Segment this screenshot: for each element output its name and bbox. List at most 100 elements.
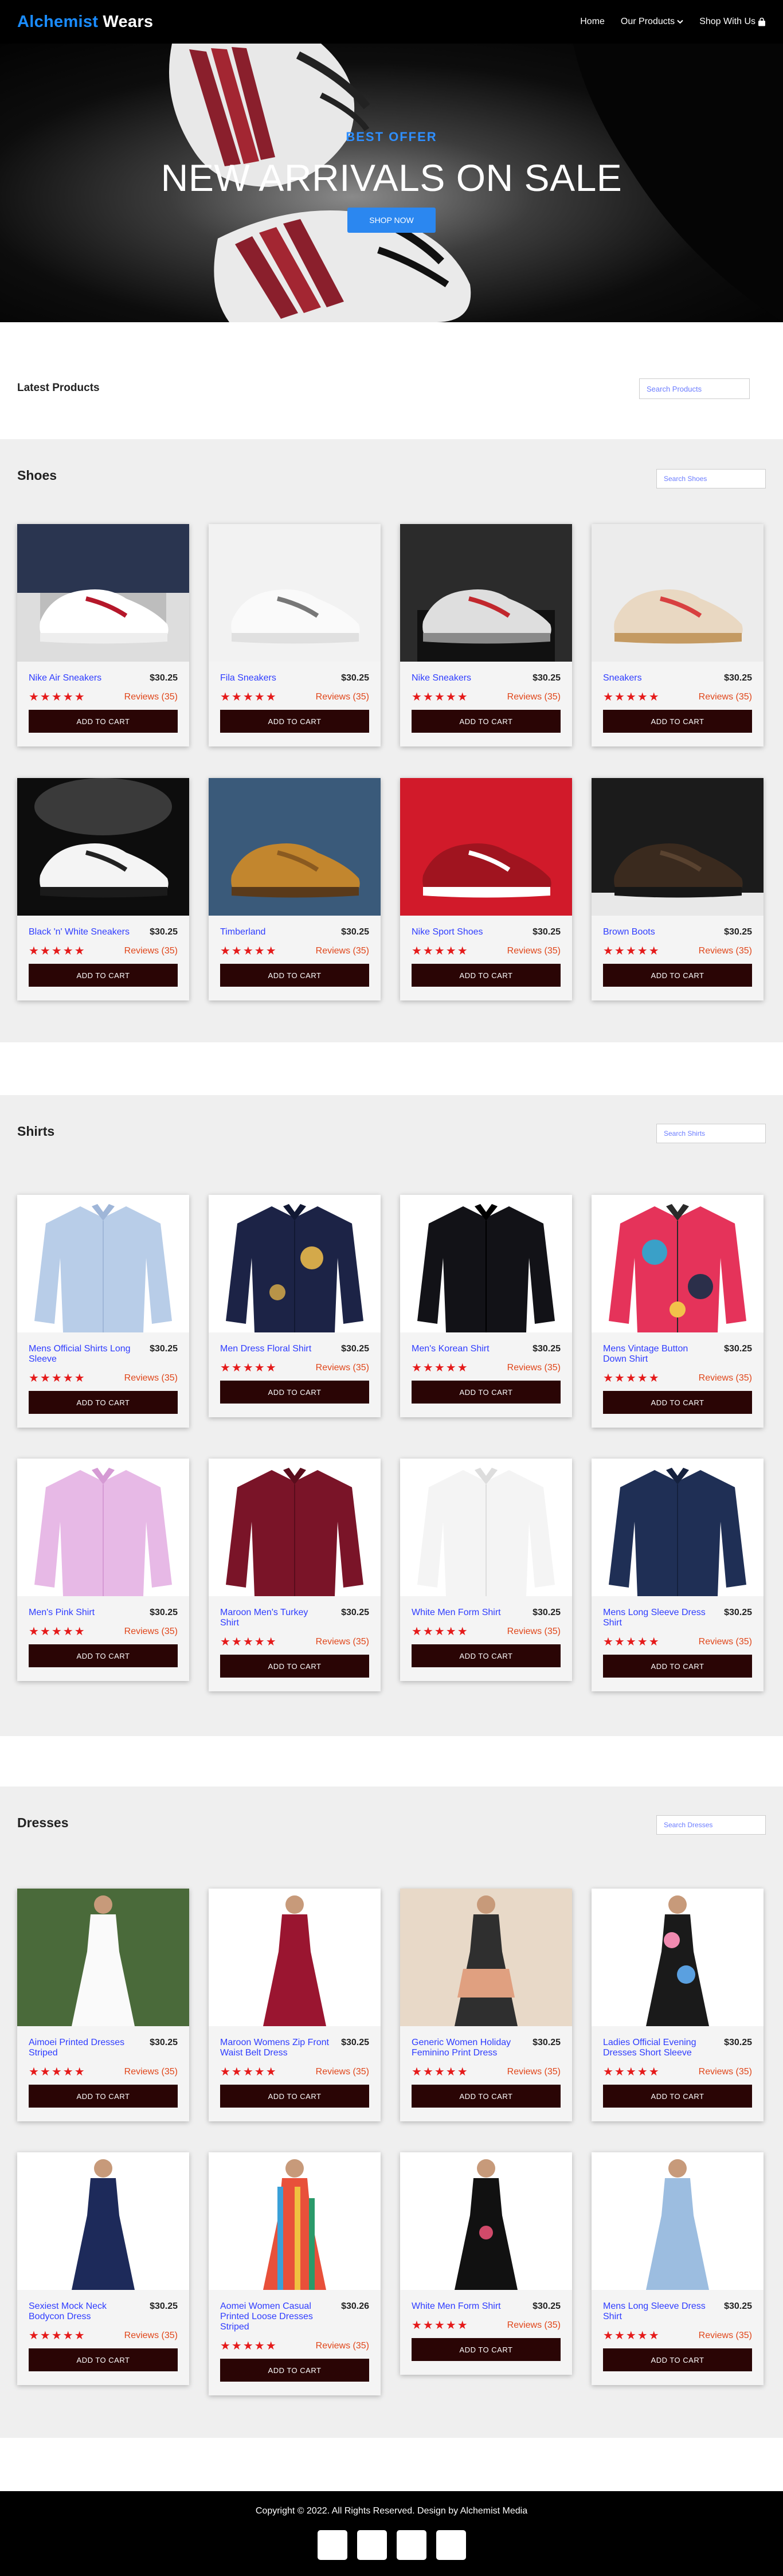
add-to-cart-button[interactable]: ADD TO CART: [220, 1655, 369, 1678]
add-to-cart-button[interactable]: ADD TO CART: [29, 2085, 178, 2108]
social-icon[interactable]: [317, 2530, 347, 2560]
product-name[interactable]: Mens Long Sleeve Dress Shirt: [603, 2301, 712, 2322]
product-image[interactable]: [400, 1889, 572, 2026]
product-name[interactable]: Maroon Womens Zip Front Waist Belt Dress: [220, 2038, 329, 2058]
add-to-cart-button[interactable]: ADD TO CART: [412, 964, 561, 987]
add-to-cart-button[interactable]: ADD TO CART: [603, 1655, 752, 1678]
product-image[interactable]: [209, 778, 381, 916]
add-to-cart-button[interactable]: ADD TO CART: [220, 2359, 369, 2382]
product-card[interactable]: Fila Sneakers $30.25 ★★★★★ Reviews (35) …: [209, 524, 381, 746]
product-name[interactable]: White Men Form Shirt: [412, 2301, 501, 2312]
product-name[interactable]: Maroon Men's Turkey Shirt: [220, 1608, 329, 1628]
add-to-cart-button[interactable]: ADD TO CART: [603, 710, 752, 733]
product-image[interactable]: [400, 778, 572, 916]
product-name[interactable]: Mens Official Shirts Long Sleeve: [29, 1344, 138, 1365]
product-reviews[interactable]: Reviews (35): [124, 2331, 178, 2341]
product-image[interactable]: [17, 1889, 189, 2026]
product-card[interactable]: Sexiest Mock Neck Bodycon Dress $30.25 ★…: [17, 2152, 189, 2385]
product-reviews[interactable]: Reviews (35): [124, 1373, 178, 1383]
product-reviews[interactable]: Reviews (35): [699, 946, 752, 956]
brand-logo[interactable]: Alchemist Wears: [17, 13, 153, 32]
product-reviews[interactable]: Reviews (35): [507, 2320, 561, 2331]
product-card[interactable]: Men Dress Floral Shirt $30.25 ★★★★★ Revi…: [209, 1195, 381, 1417]
product-image[interactable]: [400, 1195, 572, 1332]
product-reviews[interactable]: Reviews (35): [316, 2341, 369, 2351]
product-image[interactable]: [17, 2152, 189, 2290]
shop-now-button[interactable]: SHOP NOW: [347, 208, 436, 233]
product-reviews[interactable]: Reviews (35): [316, 2067, 369, 2077]
add-to-cart-button[interactable]: ADD TO CART: [603, 2348, 752, 2371]
product-card[interactable]: Mens Long Sleeve Dress Shirt $30.25 ★★★★…: [592, 2152, 764, 2385]
product-name[interactable]: Mens Long Sleeve Dress Shirt: [603, 1608, 712, 1628]
add-to-cart-button[interactable]: ADD TO CART: [220, 1381, 369, 1404]
product-image[interactable]: [209, 524, 381, 662]
add-to-cart-button[interactable]: ADD TO CART: [412, 710, 561, 733]
product-reviews[interactable]: Reviews (35): [124, 1627, 178, 1637]
product-card[interactable]: White Men Form Shirt $30.25 ★★★★★ Review…: [400, 2152, 572, 2375]
product-name[interactable]: Sneakers: [603, 673, 642, 683]
add-to-cart-button[interactable]: ADD TO CART: [29, 1644, 178, 1667]
product-name[interactable]: Sexiest Mock Neck Bodycon Dress: [29, 2301, 138, 2322]
product-image[interactable]: [209, 1889, 381, 2026]
product-card[interactable]: Ladies Official Evening Dresses Short Sl…: [592, 1889, 764, 2121]
product-name[interactable]: White Men Form Shirt: [412, 1608, 501, 1618]
product-card[interactable]: Maroon Womens Zip Front Waist Belt Dress…: [209, 1889, 381, 2121]
product-name[interactable]: Black 'n' White Sneakers: [29, 927, 130, 937]
product-image[interactable]: [209, 1195, 381, 1332]
product-reviews[interactable]: Reviews (35): [699, 692, 752, 702]
product-name[interactable]: Ladies Official Evening Dresses Short Sl…: [603, 2038, 712, 2058]
product-image[interactable]: [592, 1195, 764, 1332]
product-card[interactable]: Black 'n' White Sneakers $30.25 ★★★★★ Re…: [17, 778, 189, 1000]
product-name[interactable]: Generic Women Holiday Feminino Print Dre…: [412, 2038, 520, 2058]
product-reviews[interactable]: Reviews (35): [507, 1363, 561, 1373]
product-reviews[interactable]: Reviews (35): [507, 2067, 561, 2077]
search-dresses-input[interactable]: Search Dresses: [656, 1815, 766, 1835]
product-image[interactable]: [592, 1459, 764, 1596]
product-image[interactable]: [400, 524, 572, 662]
product-reviews[interactable]: Reviews (35): [699, 2331, 752, 2341]
product-reviews[interactable]: Reviews (35): [699, 1373, 752, 1383]
product-name[interactable]: Nike Sport Shoes: [412, 927, 483, 937]
product-name[interactable]: Brown Boots: [603, 927, 655, 937]
add-to-cart-button[interactable]: ADD TO CART: [603, 1391, 752, 1414]
product-card[interactable]: Aomei Women Casual Printed Loose Dresses…: [209, 2152, 381, 2395]
product-name[interactable]: Men's Pink Shirt: [29, 1608, 95, 1618]
product-name[interactable]: Aomei Women Casual Printed Loose Dresses…: [220, 2301, 329, 2332]
nav-link-our-products[interactable]: Our Products: [621, 17, 683, 27]
product-card[interactable]: Generic Women Holiday Feminino Print Dre…: [400, 1889, 572, 2121]
product-image[interactable]: [400, 1459, 572, 1596]
search-shoes-input[interactable]: Search Shoes: [656, 469, 766, 488]
product-name[interactable]: Nike Sneakers: [412, 673, 471, 683]
product-image[interactable]: [209, 1459, 381, 1596]
product-reviews[interactable]: Reviews (35): [507, 692, 561, 702]
product-card[interactable]: Timberland $30.25 ★★★★★ Reviews (35) ADD…: [209, 778, 381, 1000]
product-card[interactable]: Nike Sport Shoes $30.25 ★★★★★ Reviews (3…: [400, 778, 572, 1000]
product-image[interactable]: [17, 1195, 189, 1332]
product-image[interactable]: [400, 2152, 572, 2290]
product-name[interactable]: Aimoei Printed Dresses Striped: [29, 2038, 138, 2058]
product-name[interactable]: Men's Korean Shirt: [412, 1344, 490, 1354]
product-reviews[interactable]: Reviews (35): [124, 692, 178, 702]
product-card[interactable]: Sneakers $30.25 ★★★★★ Reviews (35) ADD T…: [592, 524, 764, 746]
product-reviews[interactable]: Reviews (35): [316, 692, 369, 702]
product-card[interactable]: Mens Official Shirts Long Sleeve $30.25 …: [17, 1195, 189, 1428]
product-card[interactable]: Mens Vintage Button Down Shirt $30.25 ★★…: [592, 1195, 764, 1428]
product-name[interactable]: Mens Vintage Button Down Shirt: [603, 1344, 712, 1365]
product-reviews[interactable]: Reviews (35): [507, 946, 561, 956]
add-to-cart-button[interactable]: ADD TO CART: [412, 1381, 561, 1404]
search-products-input[interactable]: Search Products: [639, 378, 750, 399]
add-to-cart-button[interactable]: ADD TO CART: [412, 2338, 561, 2361]
product-reviews[interactable]: Reviews (35): [316, 1637, 369, 1647]
nav-link-home[interactable]: Home: [580, 17, 605, 27]
add-to-cart-button[interactable]: ADD TO CART: [29, 710, 178, 733]
product-name[interactable]: Men Dress Floral Shirt: [220, 1344, 311, 1354]
social-icon[interactable]: [436, 2530, 466, 2560]
add-to-cart-button[interactable]: ADD TO CART: [29, 964, 178, 987]
product-image[interactable]: [17, 524, 189, 662]
product-reviews[interactable]: Reviews (35): [316, 1363, 369, 1373]
product-reviews[interactable]: Reviews (35): [699, 1637, 752, 1647]
product-reviews[interactable]: Reviews (35): [124, 2067, 178, 2077]
product-reviews[interactable]: Reviews (35): [699, 2067, 752, 2077]
product-image[interactable]: [592, 778, 764, 916]
product-reviews[interactable]: Reviews (35): [124, 946, 178, 956]
